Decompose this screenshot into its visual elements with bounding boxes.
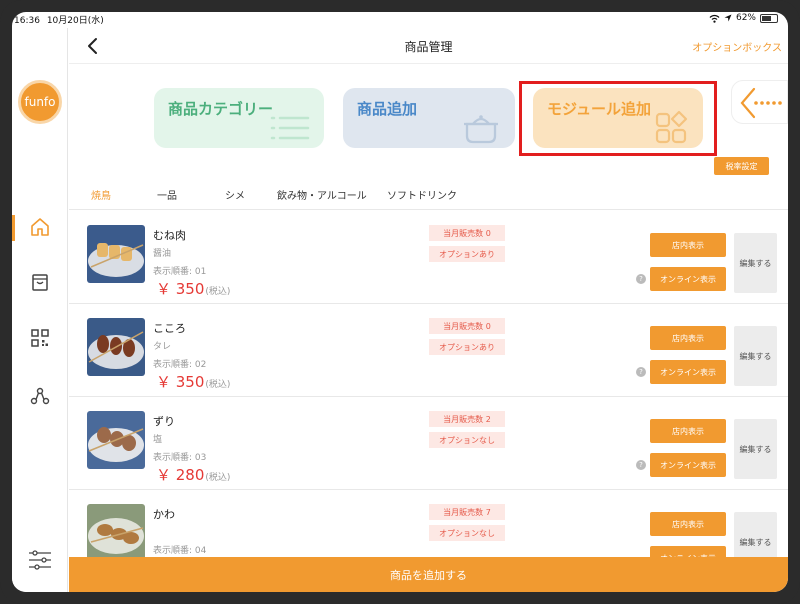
- sidebar-active-indicator: [12, 215, 15, 241]
- status-date: 10月20日(水): [46, 16, 104, 26]
- help-icon[interactable]: ?: [636, 274, 646, 284]
- option-badge: オプションあり: [429, 339, 505, 355]
- home-icon[interactable]: [28, 215, 52, 239]
- app-screen: 16:36 10月20日(水) 62% funfo 商品管理 オプションボックス…: [12, 12, 788, 592]
- product-photo: [87, 504, 145, 561]
- product-photo: [87, 225, 145, 283]
- option-badge: オプションなし: [429, 432, 505, 448]
- store-display-button[interactable]: 店内表示: [650, 326, 726, 350]
- tab-yakitori[interactable]: 焼鳥: [91, 187, 111, 202]
- product-photo: [87, 318, 145, 376]
- pot-icon: [464, 115, 498, 144]
- tab-soft-drinks[interactable]: ソフトドリンク: [387, 187, 457, 202]
- online-display-button[interactable]: オンライン表示: [650, 453, 726, 477]
- option-box-link[interactable]: オプションボックス: [692, 39, 782, 54]
- product-row: こころ タレ 表示順番: 02 ￥ 350(税込) 当月販売数 0 オプションあ…: [69, 304, 788, 397]
- sidebar: funfo: [12, 28, 68, 592]
- product-list: むね肉 醤油 表示順番: 01 ￥ 350(税込) 当月販売数 0 オプションあ…: [69, 211, 788, 561]
- product-sauce: 塩: [153, 435, 163, 445]
- online-display-button[interactable]: オンライン表示: [650, 360, 726, 384]
- tab-shime[interactable]: シメ: [225, 187, 245, 202]
- help-icon[interactable]: ?: [636, 460, 646, 470]
- product-price: ￥ 280(税込): [156, 466, 231, 484]
- display-order: 表示順番: 03: [153, 453, 207, 463]
- status-time: 16:36: [14, 16, 40, 26]
- display-order: 表示順番: 04: [153, 546, 207, 556]
- back-arrow-icon[interactable]: [83, 35, 103, 57]
- category-tabs: 焼鳥 一品 シメ 飲み物・アルコール ソフトドリンク: [69, 182, 788, 210]
- card-label: 商品追加: [357, 100, 418, 118]
- product-photo: [87, 411, 145, 469]
- product-sauce: 醤油: [153, 249, 172, 259]
- battery-icon: [760, 13, 778, 23]
- option-badge: オプションあり: [429, 246, 505, 262]
- product-category-card[interactable]: 商品カテゴリー: [154, 88, 324, 148]
- product-row: ずり 塩 表示順番: 03 ￥ 280(税込) 当月販売数 2 オプションなし …: [69, 397, 788, 490]
- help-icon[interactable]: ?: [636, 367, 646, 377]
- add-product-card[interactable]: 商品追加: [343, 88, 515, 148]
- funfo-logo: funfo: [18, 80, 62, 124]
- monthly-sales-badge: 当月販売数 0: [429, 225, 505, 241]
- monthly-sales-badge: 当月販売数 7: [429, 504, 505, 520]
- store-display-button[interactable]: 店内表示: [650, 512, 726, 536]
- monthly-sales-badge: 当月販売数 2: [429, 411, 505, 427]
- product-name: こころ: [153, 322, 186, 335]
- location-icon: [724, 14, 732, 22]
- edit-button[interactable]: 編集する: [734, 326, 777, 386]
- product-row: むね肉 醤油 表示順番: 01 ￥ 350(税込) 当月販売数 0 オプションあ…: [69, 211, 788, 304]
- edit-button[interactable]: 編集する: [734, 419, 777, 479]
- page-title: 商品管理: [404, 40, 453, 54]
- online-display-button[interactable]: オンライン表示: [650, 267, 726, 291]
- status-time-date: 16:36 10月20日(水): [14, 13, 104, 26]
- product-name: かわ: [153, 508, 175, 521]
- tab-ippin[interactable]: 一品: [157, 187, 177, 202]
- store-display-button[interactable]: 店内表示: [650, 233, 726, 257]
- edit-button[interactable]: 編集する: [734, 512, 777, 561]
- more-cards-button[interactable]: [731, 80, 788, 124]
- store-display-button[interactable]: 店内表示: [650, 419, 726, 443]
- settings-sliders-icon[interactable]: [27, 548, 53, 572]
- list-icon: [270, 116, 310, 140]
- qr-code-icon[interactable]: [28, 326, 52, 350]
- device-frame: 16:36 10月20日(水) 62% funfo 商品管理 オプションボックス…: [0, 0, 800, 604]
- display-order: 表示順番: 01: [153, 267, 207, 277]
- shopping-bag-icon[interactable]: [28, 270, 52, 294]
- card-label: 商品カテゴリー: [168, 100, 274, 118]
- chevron-left-dots-icon: [740, 87, 782, 119]
- battery-percent: 62%: [735, 13, 756, 23]
- option-badge: オプションなし: [429, 525, 505, 541]
- tab-drinks-alcohol[interactable]: 飲み物・アルコール: [277, 187, 367, 202]
- add-product-button[interactable]: 商品を追加する: [69, 557, 788, 592]
- edit-button[interactable]: 編集する: [734, 233, 777, 293]
- annotation-highlight-box: [519, 81, 717, 156]
- product-row: かわ 表示順番: 04 当月販売数 7 オプションなし 店内表示 オンライン表示…: [69, 490, 788, 561]
- display-order: 表示順番: 02: [153, 360, 207, 370]
- network-icon[interactable]: [28, 384, 52, 408]
- product-price: ￥ 350(税込): [156, 280, 231, 298]
- monthly-sales-badge: 当月販売数 0: [429, 318, 505, 334]
- product-sauce: タレ: [153, 342, 172, 352]
- product-price: ￥ 350(税込): [156, 373, 231, 391]
- header-bar: 商品管理 オプションボックス: [69, 28, 788, 64]
- status-bar: 16:36 10月20日(水) 62%: [12, 12, 788, 28]
- product-name: むね肉: [153, 229, 186, 242]
- wifi-icon: [709, 14, 720, 23]
- product-name: ずり: [153, 415, 175, 428]
- tax-rate-settings-button[interactable]: 税率設定: [714, 157, 769, 175]
